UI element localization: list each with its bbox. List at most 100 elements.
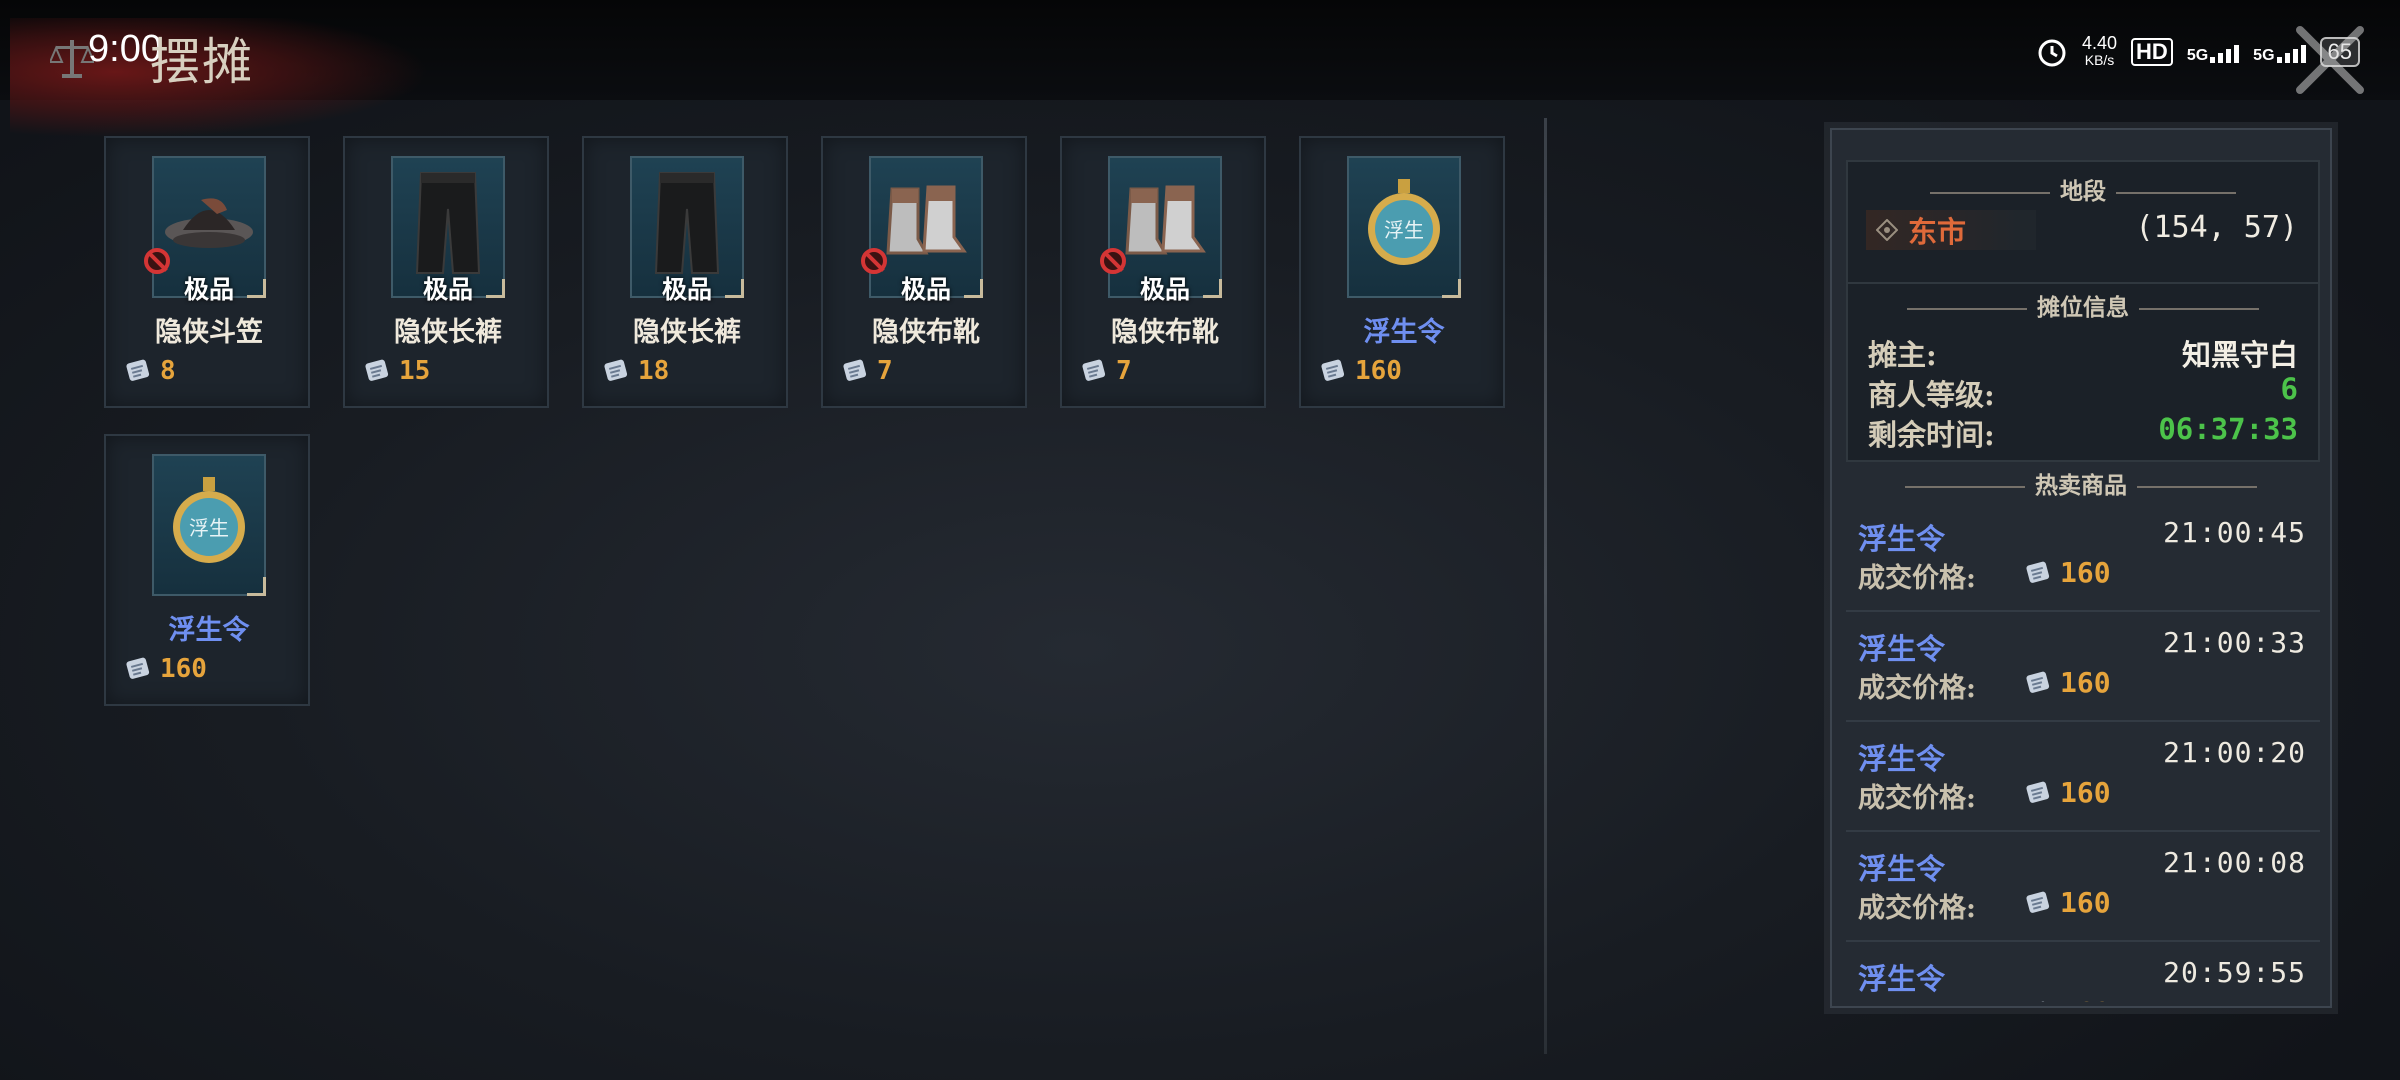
ornament-divider	[2139, 308, 2259, 310]
alarm-icon	[2038, 39, 2066, 67]
hot-item-time: 21:00:33	[2163, 626, 2306, 659]
scroll-currency-icon	[1082, 359, 1106, 381]
location-name: 东市	[1908, 215, 1967, 249]
hot-item-price-label: 成交价格:	[1858, 996, 1976, 1002]
hot-item-price-label: 成交价格:	[1858, 893, 1976, 924]
boots-icon	[1125, 185, 1206, 255]
page-title: 摆摊	[150, 33, 254, 91]
hot-item-price-label: 成交价格:	[1858, 673, 1976, 704]
remaining-time-label: 剩余时间:	[1868, 418, 1995, 452]
hot-item-price-value: 160	[2060, 556, 2111, 589]
hot-item-price-value: 160	[2060, 996, 2111, 1002]
item-name: 浮生令	[1363, 317, 1445, 348]
stall-info-panel: 地段 东市 (154, 57) 摊位信息 摊主: 知黑守白 商人等级: 6 剩余…	[1830, 128, 2332, 1008]
boots-icon	[886, 185, 967, 255]
item-card[interactable]: 极品 隐侠布靴 7	[821, 136, 1027, 408]
pants-icon	[415, 172, 481, 275]
medallion-label: 浮生	[189, 516, 229, 540]
item-card[interactable]: 极品 隐侠长裤 15	[343, 136, 549, 408]
item-price: 160	[124, 654, 207, 684]
item-card[interactable]: 浮生 浮生令 160	[1299, 136, 1505, 408]
hot-item-price-label: 成交价格:	[1858, 783, 1976, 814]
scroll-currency-icon	[2026, 671, 2050, 693]
stall-info-section-title: 摊位信息	[1848, 288, 2318, 322]
merchant-level-label: 商人等级:	[1868, 378, 1995, 412]
owner-row: 摊主: 知黑守白	[1868, 332, 2298, 374]
item-grade: 极品	[900, 275, 951, 304]
item-name: 隐侠布靴	[1111, 317, 1219, 348]
item-price-value: 18	[638, 356, 670, 386]
item-grade: 极品	[1139, 275, 1190, 304]
hot-item-row[interactable]: 浮生令 21:00:20 成交价格: 160	[1846, 722, 2320, 832]
item-name: 隐侠布靴	[872, 317, 980, 348]
scroll-currency-icon	[1321, 359, 1345, 381]
scroll-currency-icon	[126, 359, 150, 381]
hot-item-price: 160	[2024, 666, 2111, 699]
scroll-currency-icon	[2026, 891, 2050, 913]
item-price-value: 15	[399, 356, 431, 386]
hot-item-time: 20:59:55	[2163, 956, 2306, 989]
item-price-value: 8	[160, 356, 176, 386]
hot-item-row[interactable]: 浮生令 21:00:08 成交价格: 160	[1846, 832, 2320, 942]
item-name: 隐侠长裤	[394, 317, 502, 348]
item-price-value: 160	[1355, 356, 1402, 386]
hot-item-row[interactable]: 浮生令 21:00:45 成交价格: 160	[1846, 502, 2320, 612]
scroll-currency-icon	[2026, 781, 2050, 803]
owner-label: 摊主:	[1868, 338, 1937, 372]
scroll-currency-icon	[604, 359, 628, 381]
ornament-divider	[1905, 486, 2025, 488]
signal-1: 5G	[2186, 41, 2240, 64]
hot-item-row[interactable]: 浮生令 21:00:33 成交价格: 160	[1846, 612, 2320, 722]
hot-item-name: 浮生令	[1858, 852, 1946, 886]
owner-value[interactable]: 知黑守白	[2182, 332, 2298, 374]
net-speed-unit: KB/s	[2084, 52, 2115, 68]
item-card[interactable]: 极品 隐侠布靴 7	[1060, 136, 1266, 408]
hot-item-price: 160	[2024, 556, 2111, 589]
hot-item-price-value: 160	[2060, 886, 2111, 919]
item-price-value: 7	[877, 356, 893, 386]
location-tag[interactable]: 东市	[1866, 210, 2036, 250]
sim2-label: 5G	[2253, 47, 2275, 64]
hot-item-price: 160	[2024, 886, 2111, 919]
item-price-value: 7	[1116, 356, 1132, 386]
item-name: 隐侠长裤	[633, 317, 741, 348]
hd-badge: HD	[2131, 38, 2173, 66]
item-price: 7	[1080, 356, 1132, 386]
scroll-currency-icon	[2026, 561, 2050, 583]
item-card[interactable]: 极品 隐侠斗笠 8	[104, 136, 310, 408]
medallion-label: 浮生	[1384, 218, 1424, 242]
hot-item-row[interactable]: 浮生令 20:59:55 成交价格: 160	[1846, 942, 2320, 1002]
item-card[interactable]: 极品 隐侠长裤 18	[582, 136, 788, 408]
item-price: 15	[363, 356, 430, 386]
item-price: 8	[124, 356, 176, 386]
bamboo-hat-icon	[165, 198, 253, 249]
item-icon-frame: 浮生	[1347, 156, 1461, 298]
ornament-divider	[2137, 486, 2257, 488]
hot-item-time: 21:00:20	[2163, 736, 2306, 769]
item-card[interactable]: 浮生 浮生令 160	[104, 434, 310, 706]
hot-item-price-value: 160	[2060, 666, 2111, 699]
signal-bars-icon	[2210, 41, 2240, 63]
sim1-label: 5G	[2186, 47, 2209, 64]
scroll-currency-icon	[843, 359, 867, 381]
hot-item-name: 浮生令	[1858, 962, 1946, 996]
item-price-value: 160	[160, 654, 207, 684]
location-section-title: 地段	[1848, 172, 2318, 206]
hot-item-name: 浮生令	[1858, 742, 1946, 776]
hot-item-name: 浮生令	[1858, 632, 1946, 666]
net-speed: 4.40 KB/s	[2082, 33, 2118, 69]
item-price: 160	[1319, 356, 1402, 386]
hot-item-time: 21:00:08	[2163, 846, 2306, 879]
item-icon-frame: 浮生	[152, 454, 266, 596]
ornament-divider	[1930, 192, 2050, 194]
remaining-time-row: 剩余时间: 06:37:33	[1868, 412, 2298, 454]
hot-items-list[interactable]: 浮生令 21:00:45 成交价格: 160 浮生令 21:00:33 成交价格…	[1832, 502, 2334, 1002]
hot-item-price: 160	[2024, 996, 2111, 1002]
diamond-marker-icon	[1876, 219, 1898, 241]
net-speed-value: 4.40	[2082, 33, 2118, 53]
stall-info-title-text: 摊位信息	[2037, 294, 2129, 321]
item-grade: 极品	[422, 275, 473, 304]
location-coords: (154, 57)	[2135, 210, 2298, 245]
stall-info-box: 摊位信息 摊主: 知黑守白 商人等级: 6 剩余时间: 06:37:33	[1846, 282, 2320, 462]
close-icon[interactable]	[2290, 20, 2370, 100]
